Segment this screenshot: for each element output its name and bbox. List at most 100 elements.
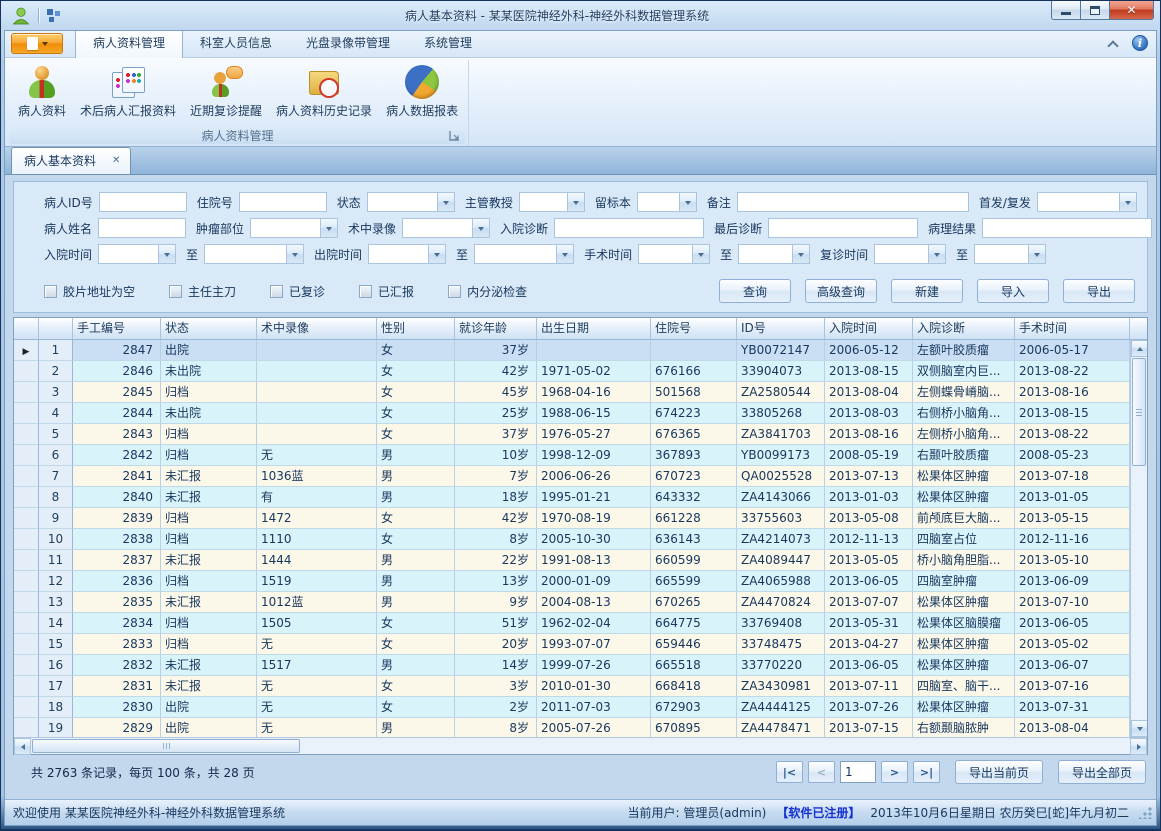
row-selector-cell[interactable] (14, 634, 39, 655)
combo-arrow-icon[interactable] (679, 193, 696, 211)
app-logo-icon[interactable] (11, 6, 31, 26)
first-page-button[interactable]: |< (776, 761, 803, 783)
row-selector-cell[interactable] (14, 571, 39, 592)
filter-input-admit-diagnosis[interactable] (554, 218, 704, 238)
table-row[interactable]: 72841未汇报1036蓝男7岁2006-06-26670723QA002552… (14, 466, 1130, 487)
export-button[interactable]: 导出 (1063, 279, 1135, 303)
resize-grip-icon[interactable] (1139, 806, 1152, 819)
table-row[interactable]: 112837未汇报1444男22岁1991-08-13660599ZA40894… (14, 550, 1130, 571)
row-selector-cell[interactable] (14, 466, 39, 487)
column-header-blank[interactable] (39, 318, 73, 339)
column-header-手工编号[interactable]: 手工编号 (73, 318, 161, 339)
scroll-left-icon[interactable] (14, 738, 31, 755)
column-header-入院时间[interactable]: 入院时间 (825, 318, 913, 339)
row-selector-cell[interactable] (14, 403, 39, 424)
row-selector-cell[interactable] (14, 361, 39, 382)
column-header-住院号[interactable]: 住院号 (651, 318, 737, 339)
column-header-状态[interactable]: 状态 (161, 318, 257, 339)
vertical-scrollbar[interactable] (1130, 340, 1147, 737)
filter-combo-surgery-video[interactable] (402, 218, 490, 238)
table-row[interactable]: 62842归档无男10岁1998-12-09367893YB0099173200… (14, 445, 1130, 466)
filter-input-pathology-result[interactable] (982, 218, 1152, 238)
ribbon-collapse-icon[interactable] (1108, 40, 1118, 47)
table-row[interactable]: 52843归档女37岁1976-05-27676365ZA38417032013… (14, 424, 1130, 445)
filter-combo-discharge-to[interactable] (474, 244, 574, 264)
table-row[interactable]: 122836归档1519男13岁2000-01-09665599ZA406598… (14, 571, 1130, 592)
checkbox-icon[interactable] (44, 285, 57, 298)
ribbon-button-data-report[interactable]: 病人数据报表 (379, 62, 465, 121)
filter-input-patient-id[interactable] (99, 192, 187, 212)
checkbox-icon[interactable] (270, 285, 283, 298)
doc-tab-patient-basic-info[interactable]: 病人基本资料 ✕ (11, 147, 131, 174)
column-header-blank[interactable] (14, 318, 39, 339)
row-selector-cell[interactable] (14, 592, 39, 613)
row-selector-cell[interactable] (14, 487, 39, 508)
filter-checkbox-5[interactable]: 内分泌检查 (448, 283, 527, 300)
ribbon-tab-staff-info[interactable]: 科室人员信息 (183, 30, 289, 57)
filter-input-patient-name[interactable] (98, 218, 186, 238)
filter-combo-status[interactable] (367, 192, 455, 212)
combo-arrow-icon[interactable] (428, 245, 445, 263)
column-header-就诊年龄[interactable]: 就诊年龄 (455, 318, 537, 339)
filter-input-remark[interactable] (737, 192, 969, 212)
table-row[interactable]: 32845归档女45岁1968-04-16501568ZA25805442013… (14, 382, 1130, 403)
checkbox-icon[interactable] (359, 285, 372, 298)
combo-arrow-icon[interactable] (437, 193, 454, 211)
scroll-right-icon[interactable] (1130, 738, 1147, 755)
maximize-button[interactable] (1080, 1, 1109, 20)
filter-combo-admit-from[interactable] (98, 244, 176, 264)
filter-combo-discharge-from[interactable] (368, 244, 446, 264)
column-header-入院诊断[interactable]: 入院诊断 (913, 318, 1015, 339)
filter-checkbox-4[interactable]: 已汇报 (359, 283, 414, 300)
filter-combo-surgery-from[interactable] (638, 244, 710, 264)
combo-arrow-icon[interactable] (567, 193, 584, 211)
export-all-pages-button[interactable]: 导出全部页 (1058, 760, 1146, 784)
ribbon-tab-disc-mgmt[interactable]: 光盘录像带管理 (289, 30, 407, 57)
table-row[interactable]: 142834归档1505女51岁1962-02-0466477533769408… (14, 613, 1130, 634)
row-selector-cell[interactable] (14, 424, 39, 445)
last-page-button[interactable]: >| (913, 761, 940, 783)
next-page-button[interactable]: > (881, 761, 908, 783)
table-row[interactable]: 132835未汇报1012蓝男9岁2004-08-13670265ZA44708… (14, 592, 1130, 613)
combo-arrow-icon[interactable] (1119, 193, 1136, 211)
filter-combo-specimen[interactable] (637, 192, 697, 212)
row-selector-cell[interactable] (14, 508, 39, 529)
combo-arrow-icon[interactable] (472, 219, 489, 237)
table-row[interactable]: 102838归档1110女8岁2005-10-30636143ZA4214073… (14, 529, 1130, 550)
doc-tab-close-icon[interactable]: ✕ (112, 155, 120, 166)
table-row[interactable]: ▶12847出院女37岁YB00721472006-05-12左额叶胶质瘤200… (14, 340, 1130, 361)
column-header-ID号[interactable]: ID号 (737, 318, 825, 339)
filter-combo-revisit-from[interactable] (874, 244, 946, 264)
quick-launch-icon[interactable] (46, 8, 63, 23)
filter-input-final-diagnosis[interactable] (768, 218, 918, 238)
advanced-query-button[interactable]: 高级查询 (805, 279, 877, 303)
column-header-出生日期[interactable]: 出生日期 (537, 318, 651, 339)
vertical-scroll-track[interactable] (1131, 467, 1147, 720)
table-row[interactable]: 162832未汇报1517男14岁1999-07-266655183377022… (14, 655, 1130, 676)
registered-link[interactable]: 【软件已注册】 (776, 804, 860, 821)
scroll-down-icon[interactable] (1131, 720, 1147, 737)
column-header-性别[interactable]: 性别 (377, 318, 455, 339)
filter-combo-revisit-to[interactable] (974, 244, 1046, 264)
combo-arrow-icon[interactable] (158, 245, 175, 263)
table-row[interactable]: 82840未汇报有男18岁1995-01-21643332ZA414306620… (14, 487, 1130, 508)
help-info-icon[interactable]: i (1132, 35, 1148, 51)
horizontal-scroll-thumb[interactable] (32, 739, 300, 753)
row-selector-cell[interactable] (14, 718, 39, 737)
vertical-scroll-thumb[interactable] (1132, 358, 1146, 466)
row-selector-cell[interactable] (14, 613, 39, 634)
filter-combo-tumor-site[interactable] (250, 218, 338, 238)
app-menu-button[interactable] (11, 33, 63, 54)
combo-arrow-icon[interactable] (320, 219, 337, 237)
filter-combo-surgery-to[interactable] (738, 244, 810, 264)
combo-arrow-icon[interactable] (556, 245, 573, 263)
prev-page-button[interactable]: < (808, 761, 835, 783)
combo-arrow-icon[interactable] (1028, 245, 1045, 263)
horizontal-scrollbar[interactable] (14, 737, 1147, 754)
filter-checkbox-3[interactable]: 已复诊 (270, 283, 325, 300)
page-number-input[interactable] (840, 761, 876, 783)
combo-arrow-icon[interactable] (286, 245, 303, 263)
table-row[interactable]: 92839归档1472女42岁1970-08-19661228337556032… (14, 508, 1130, 529)
table-row[interactable]: 182830出院无女2岁2011-07-03672903ZA4444125201… (14, 697, 1130, 718)
filter-input-admission-no[interactable] (239, 192, 327, 212)
